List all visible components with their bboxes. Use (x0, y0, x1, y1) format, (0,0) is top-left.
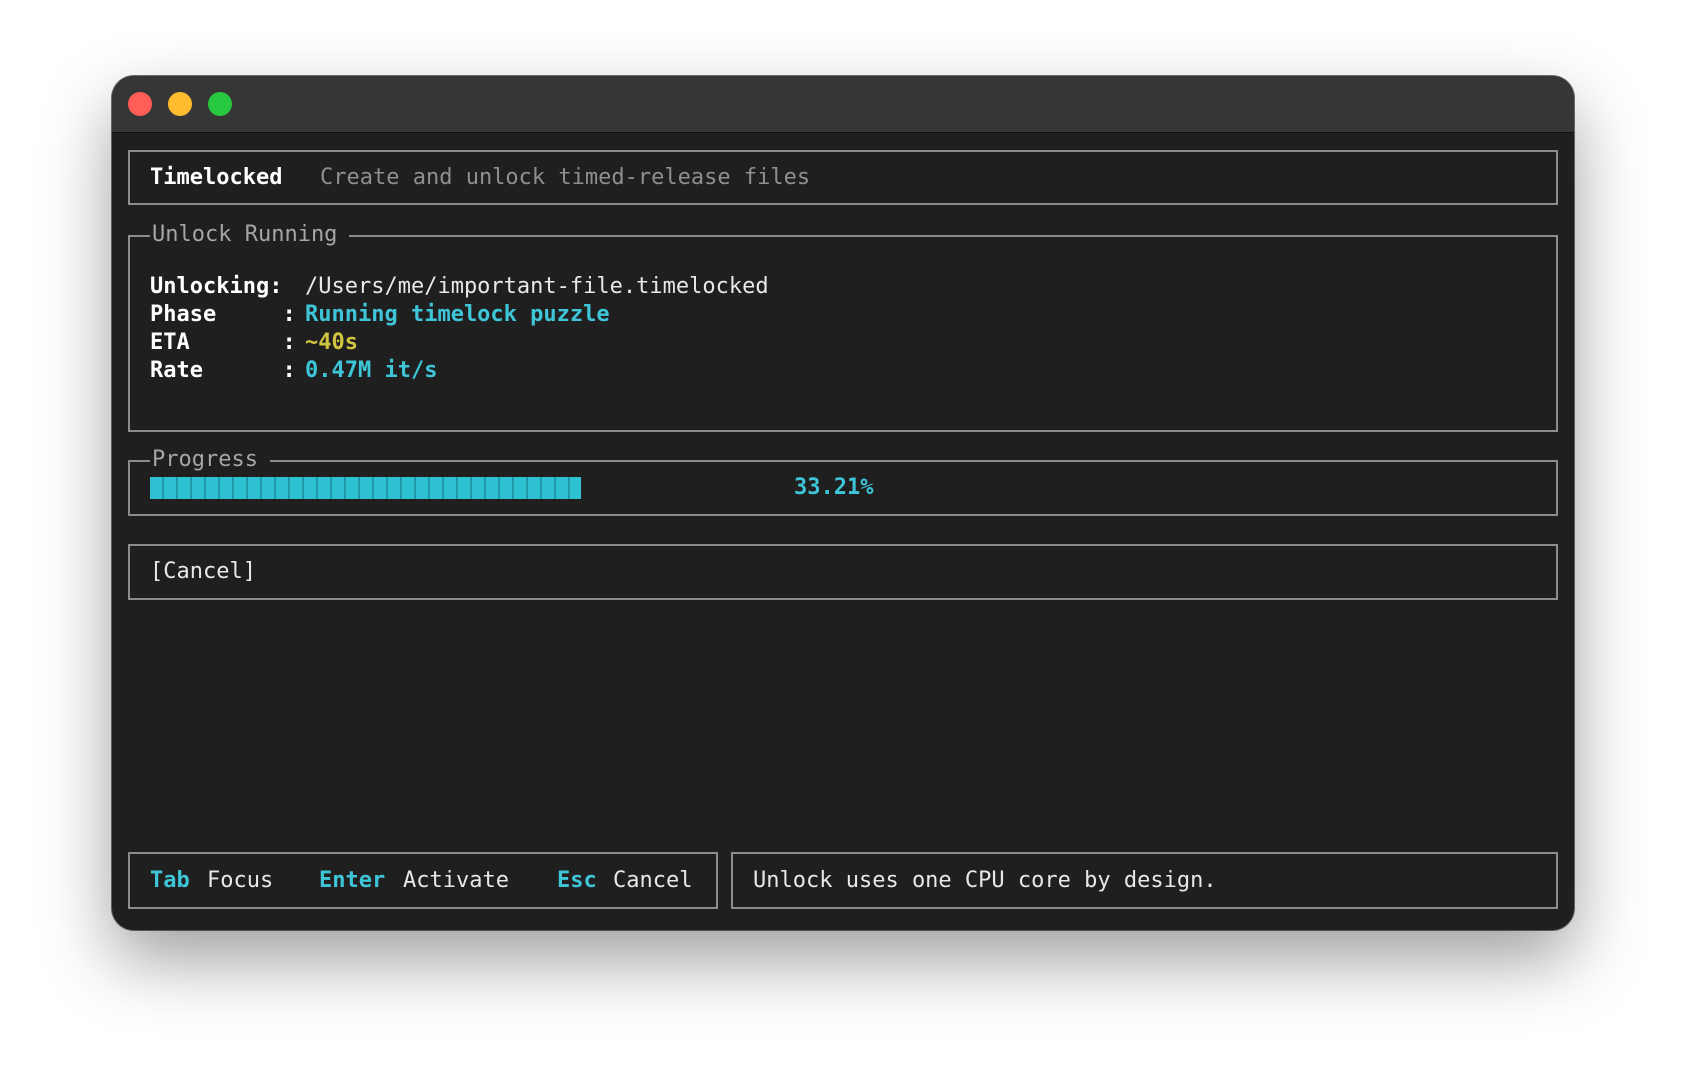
hint-panel: Unlock uses one CPU core by design. (731, 852, 1558, 909)
title-bar (112, 76, 1574, 133)
maximize-window-button[interactable] (208, 92, 232, 116)
esc-key-action: Cancel (613, 868, 693, 893)
esc-key-hint: Esc (557, 868, 597, 893)
unlock-panel-title: Unlock Running (150, 220, 350, 250)
unlocking-file-path: /Users/me/important-file.timelocked (305, 274, 769, 299)
close-window-button[interactable] (128, 92, 152, 116)
tab-key-action: Focus (207, 868, 274, 893)
progress-bar-fill (150, 477, 581, 499)
rate-label: Rate : (150, 358, 296, 383)
app-title: Timelocked (150, 165, 283, 190)
unlock-status-panel: Unlock Running Unlocking: /Users/me/impo… (128, 220, 1558, 432)
enter-key-hint: Enter (319, 868, 386, 893)
terminal-window: Timelocked Create and unlock timed-relea… (112, 76, 1574, 930)
cancel-button[interactable]: [Cancel] (150, 558, 256, 586)
progress-panel: Progress 33.21% (128, 445, 1558, 516)
unlocking-label: Unlocking: (150, 274, 283, 299)
progress-percent: 33.21% (794, 475, 874, 500)
cancel-panel: [Cancel] (128, 544, 1558, 600)
rate-value: 0.47M it/s (305, 358, 438, 383)
header-panel: Timelocked Create and unlock timed-relea… (128, 150, 1558, 205)
phase-label: Phase : (150, 302, 296, 327)
tab-key-hint: Tab (150, 868, 190, 893)
phase-value: Running timelock puzzle (305, 302, 610, 327)
minimize-window-button[interactable] (168, 92, 192, 116)
hint-text: Unlock uses one CPU core by design. (753, 868, 1217, 893)
eta-value: ~40s (305, 330, 358, 355)
keybindings-panel: Tab Focus Enter Activate Esc Cancel (128, 852, 718, 909)
eta-label: ETA : (150, 330, 296, 355)
app-tagline: Create and unlock timed-release files (320, 165, 811, 190)
enter-key-action: Activate (403, 868, 509, 893)
